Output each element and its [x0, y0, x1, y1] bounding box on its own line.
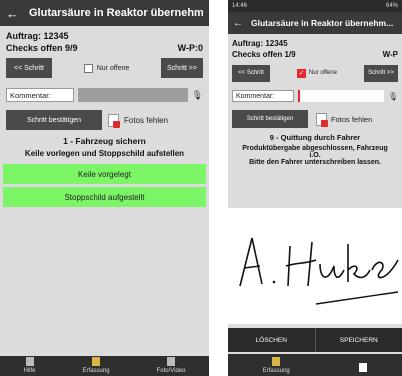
step-title: 9 - Quittung durch Fahrer [269, 133, 361, 142]
screen-title: Glutarsäure in Reaktor übernehm... [251, 18, 394, 28]
signature-actions: LÖSCHEN SPEICHERN [228, 328, 402, 352]
comment-input[interactable] [298, 90, 384, 102]
nav-help-label: Hilfe [23, 368, 36, 374]
confirm-step-button[interactable]: Schritt bestätigen [6, 110, 102, 130]
nav-capture-label: Erfassung [262, 368, 290, 374]
help-icon [25, 357, 34, 366]
status-bar: 14:46 64% [228, 0, 402, 12]
prev-step-button[interactable]: << Schritt [232, 64, 270, 82]
nav-capture-label: Erfassung [82, 368, 110, 374]
checks-open: Checks offen 9/9 [6, 43, 78, 53]
order-number: Auftrag: 12345 [232, 39, 288, 48]
nav-photo-video[interactable]: Foto/Video [156, 357, 186, 374]
microphone-icon[interactable]: 🎙 [192, 90, 203, 101]
nav-capture[interactable]: Erfassung [83, 357, 110, 374]
next-step-button[interactable]: Schritt >> [363, 64, 398, 82]
comment-label: Kommentar: [232, 90, 294, 102]
back-arrow-icon[interactable]: ← [6, 6, 19, 21]
action-button-wedges[interactable]: Keile vorgelegt [3, 164, 206, 184]
only-open-checkbox[interactable]: ✓ [297, 68, 307, 78]
bottom-navigation: Hilfe Erfassung Foto/Video [0, 356, 209, 376]
clipboard-icon [92, 357, 101, 366]
back-arrow-icon[interactable]: ← [233, 18, 243, 29]
wp-counter: W-P [382, 50, 398, 59]
wp-counter: W-P:0 [177, 43, 203, 53]
right-screen: 14:46 64% ← Glutarsäure in Reaktor übern… [228, 0, 402, 376]
next-step-button[interactable]: Schritt >> [161, 58, 203, 78]
nav-capture[interactable]: Erfassung [263, 357, 290, 374]
only-open-label: Nur offene [309, 70, 337, 76]
only-open-toggle[interactable]: ✓ Nur offene [297, 68, 337, 78]
app-bar: ← Glutarsäure in Reaktor übernehm... [228, 12, 402, 34]
step-title: 1 - Fahrzeug sichern [63, 136, 146, 146]
confirm-step-button[interactable]: Schritt bestätigen [232, 110, 308, 128]
step-description-line1: Produktübergabe abgeschlossen, Fahrzeug [242, 145, 388, 152]
photos-missing-label: Fotos fehlen [331, 114, 373, 124]
nav-help[interactable]: Hilfe [24, 357, 36, 374]
only-open-checkbox[interactable] [83, 63, 93, 73]
order-number: Auftrag: 12345 [6, 31, 69, 41]
left-screen: ← Glutarsäure in Reaktor übernehm... Auf… [0, 0, 209, 376]
prev-step-button[interactable]: << Schritt [6, 58, 52, 78]
step-description: Keile vorlegen und Stoppschild aufstelle… [24, 149, 185, 158]
camera-icon [167, 357, 176, 366]
nav-document[interactable] [359, 363, 368, 374]
action-button-stop-sign[interactable]: Stoppschild aufgestellt [3, 187, 206, 207]
bottom-navigation: Erfassung [228, 354, 402, 376]
document-icon [359, 363, 368, 372]
app-bar: ← Glutarsäure in Reaktor übernehm... [0, 0, 209, 26]
only-open-label: Nur offene [96, 64, 130, 72]
save-button[interactable]: SPEICHERN [314, 328, 402, 352]
battery-status: 64% [385, 3, 398, 9]
photo-missing-icon [108, 113, 120, 128]
step-description-line2: i.O. [309, 152, 321, 159]
delete-button[interactable]: LÖSCHEN [228, 328, 315, 352]
step-description-line3: Bitte den Fahrer unterschreiben lassen. [249, 159, 381, 166]
nav-photo-label: Foto/Video [156, 368, 186, 374]
comment-input[interactable] [78, 88, 188, 102]
signature-drawing [239, 237, 399, 305]
photos-missing-label: Fotos fehlen [124, 115, 169, 125]
checks-open: Checks offen 1/9 [232, 50, 296, 59]
status-time: 14:46 [232, 3, 248, 9]
only-open-toggle[interactable]: Nur offene [83, 63, 130, 73]
screen-title: Glutarsäure in Reaktor übernehm... [29, 7, 203, 19]
signature-pad[interactable] [228, 208, 402, 324]
microphone-icon[interactable]: 🎙 [388, 92, 398, 101]
comment-label: Kommentar: [6, 88, 74, 102]
clipboard-icon [272, 357, 281, 366]
photo-missing-icon [316, 112, 328, 127]
